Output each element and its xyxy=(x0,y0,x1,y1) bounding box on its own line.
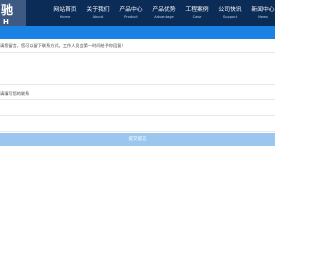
divider xyxy=(0,131,275,132)
nav-item-home[interactable]: 网站首页 Home xyxy=(48,6,82,20)
site-header: 驰 H 网站首页 Home 关于我们 About 产品中心 Product 产品… xyxy=(0,0,275,26)
nav-item-about[interactable]: 关于我们 About xyxy=(81,6,115,20)
submit-button[interactable]: 提交留言 xyxy=(0,133,275,146)
message-textarea[interactable] xyxy=(0,53,275,84)
contact-label: 请填写您的联系 xyxy=(0,91,30,96)
nav-sublabel: Support xyxy=(222,15,238,19)
logo-subtext: H xyxy=(3,18,9,26)
divider xyxy=(0,84,275,85)
nav-sublabel: Home xyxy=(59,15,71,19)
extra-input[interactable] xyxy=(0,116,275,131)
nav-label: 工程案例 xyxy=(185,7,209,13)
nav-sublabel: Advantage xyxy=(154,15,174,19)
nav-label: 网站首页 xyxy=(53,7,77,13)
nav-label: 产品中心 xyxy=(119,7,143,13)
nav-label: 公司快讯 xyxy=(218,7,242,13)
nav-sublabel: About xyxy=(92,15,104,19)
nav-label: 新闻中心 xyxy=(251,7,275,13)
form-hint: 请您留言，您可以留下联系方式，工作人员会第一时间给予你回复！ xyxy=(0,43,126,48)
banner-band xyxy=(0,26,275,39)
site-logo[interactable]: 驰 H xyxy=(0,0,26,26)
nav-sublabel: News xyxy=(258,15,268,19)
nav-item-news[interactable]: 新闻中心 News xyxy=(246,6,280,20)
nav-item-support[interactable]: 公司快讯 Support xyxy=(213,6,247,20)
logo-character: 驰 xyxy=(1,3,14,17)
nav-sublabel: Case xyxy=(192,15,202,19)
nav-item-advantage[interactable]: 产品优势 Advantage xyxy=(147,6,181,20)
nav-item-case[interactable]: 工程案例 Case xyxy=(180,6,214,20)
nav-label: 关于我们 xyxy=(86,7,110,13)
nav-item-product[interactable]: 产品中心 Product xyxy=(114,6,148,20)
contact-input[interactable] xyxy=(0,100,275,115)
nav-label: 产品优势 xyxy=(152,7,176,13)
nav-sublabel: Product xyxy=(124,15,138,19)
